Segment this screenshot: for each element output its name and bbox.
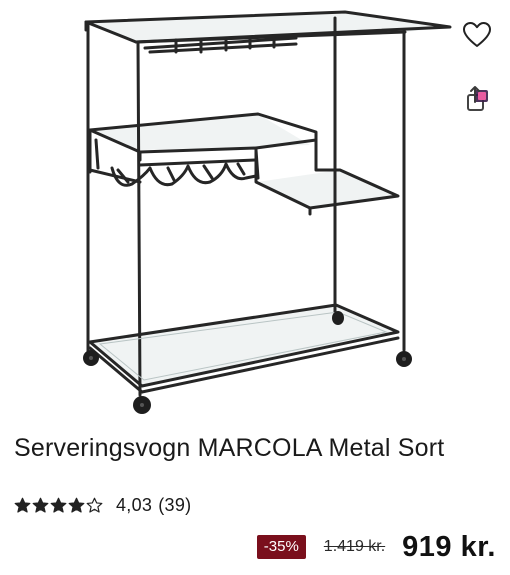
product-title: Serveringsvogn MARCOLA Metal Sort xyxy=(14,434,445,462)
current-price: 919 kr. xyxy=(402,530,496,563)
review-count: (39) xyxy=(158,494,192,515)
heart-outline-icon xyxy=(463,22,491,47)
old-price: 1.419 kr. xyxy=(323,538,386,555)
price-row: -35% 1.419 kr. 919 kr. xyxy=(256,530,496,564)
product-image xyxy=(0,0,510,425)
share-icon xyxy=(467,86,488,111)
bar-cart-illustration xyxy=(83,10,452,414)
rating-value: 4,03 xyxy=(116,494,153,515)
rating-summary[interactable]: 4,03 (39) xyxy=(14,494,191,516)
rating-stars xyxy=(14,497,103,514)
star-filled-icon xyxy=(68,497,85,513)
favorite-button[interactable] xyxy=(462,20,492,50)
star-filled-icon xyxy=(14,497,31,513)
star-filled-icon xyxy=(50,497,67,513)
discount-badge: -35% xyxy=(256,535,306,559)
star-filled-icon xyxy=(32,497,49,513)
star-partial-icon xyxy=(86,497,103,513)
share-button[interactable] xyxy=(462,84,492,114)
